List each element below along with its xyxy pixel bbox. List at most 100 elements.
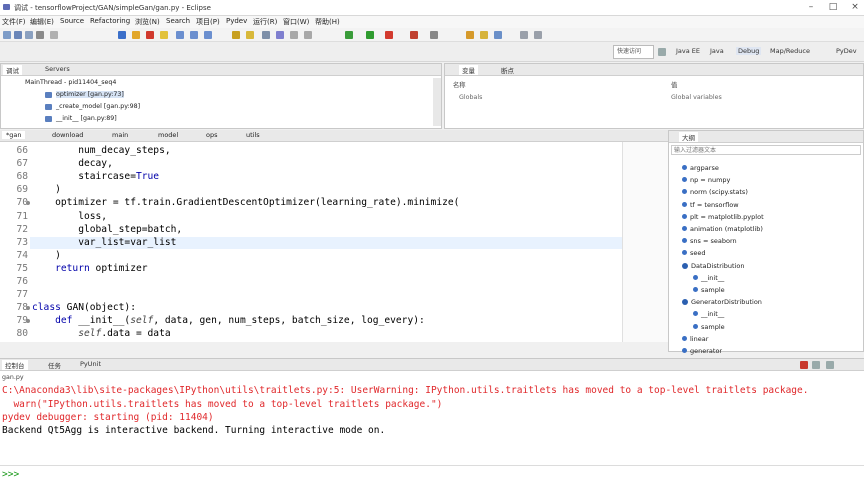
console-options-icon[interactable]: [812, 361, 820, 369]
outline-item[interactable]: __init__: [693, 310, 724, 318]
tool-icon[interactable]: [290, 31, 298, 39]
menu-window[interactable]: 窗口(W): [283, 17, 309, 27]
outline-item[interactable]: sample: [693, 323, 725, 331]
code-line[interactable]: num_decay_steps,: [32, 145, 170, 156]
minimize-icon[interactable]: –: [800, 2, 822, 13]
menu-source[interactable]: Source: [60, 17, 84, 25]
suspend-icon[interactable]: [160, 31, 168, 39]
skip-breakpoints-icon[interactable]: [50, 31, 58, 39]
tool-icon[interactable]: [304, 31, 312, 39]
menu-edit[interactable]: 编辑(E): [30, 17, 54, 27]
minimap[interactable]: [622, 142, 668, 342]
tab-servers[interactable]: Servers: [45, 65, 70, 73]
tool-icon[interactable]: [430, 31, 438, 39]
thread-label[interactable]: MainThread - pid11404_seq4: [25, 79, 116, 86]
code-line[interactable]: ): [32, 250, 61, 261]
close-icon[interactable]: ×: [844, 2, 864, 13]
open-folder-icon[interactable]: [246, 31, 254, 39]
code-line[interactable]: var_list=var_list: [32, 237, 176, 248]
outline-class[interactable]: DataDistribution: [682, 262, 744, 270]
tab-main[interactable]: main: [112, 131, 128, 139]
tab-utils[interactable]: utils: [246, 131, 260, 139]
code-line[interactable]: optimizer = tf.train.GradientDescentOpti…: [32, 197, 459, 208]
save-all-icon[interactable]: [25, 31, 33, 39]
outline-item[interactable]: plt = matplotlib.pyplot: [682, 213, 764, 221]
open-perspective-icon[interactable]: [658, 48, 666, 56]
maximize-icon[interactable]: □: [822, 2, 844, 13]
outline-item[interactable]: np = numpy: [682, 176, 730, 184]
code-line[interactable]: ): [32, 184, 61, 195]
terminate-icon[interactable]: [146, 31, 154, 39]
outline-item[interactable]: tf = tensorflow: [682, 201, 739, 209]
tab-breakpoints[interactable]: 断点: [501, 65, 514, 75]
tab-variables[interactable]: 变量: [459, 65, 478, 75]
stack-frame[interactable]: _create_model [gan.py:98]: [56, 103, 140, 110]
outline-filter-input[interactable]: 输入过滤器文本: [671, 145, 861, 155]
code-line[interactable]: return optimizer: [32, 263, 147, 274]
tab-outline[interactable]: 大纲: [679, 132, 698, 142]
perspective-debug[interactable]: Debug: [736, 47, 762, 55]
outline-item[interactable]: animation (matplotlib): [682, 225, 763, 233]
code-line[interactable]: global_step=batch,: [32, 224, 182, 235]
code-line[interactable]: decay,: [32, 158, 113, 169]
menu-run[interactable]: 运行(R): [253, 17, 277, 27]
menu-search[interactable]: Search: [166, 17, 190, 25]
tab-debug[interactable]: 调试: [3, 65, 22, 75]
outline-item[interactable]: __init__: [693, 274, 724, 282]
outline-item[interactable]: argparse: [682, 164, 719, 172]
menu-help[interactable]: 帮助(H): [315, 17, 340, 27]
tab-ops[interactable]: ops: [206, 131, 218, 139]
nav-forward-icon[interactable]: [534, 31, 542, 39]
variable-name[interactable]: Globals: [459, 94, 482, 101]
tab-pyunit[interactable]: PyUnit: [80, 360, 101, 368]
step-return-icon[interactable]: [204, 31, 212, 39]
tool-icon[interactable]: [494, 31, 502, 39]
stop-icon[interactable]: [385, 31, 393, 39]
tool-icon[interactable]: [276, 31, 284, 39]
perspective-java[interactable]: Java: [710, 47, 724, 55]
debug-run-icon[interactable]: [345, 31, 353, 39]
stop-icon[interactable]: [410, 31, 418, 39]
print-icon[interactable]: [36, 31, 44, 39]
menu-refactoring[interactable]: Refactoring: [90, 17, 130, 25]
console-prompt[interactable]: >>>: [2, 469, 19, 480]
tab-tasks[interactable]: 任务: [48, 360, 61, 370]
stack-frame[interactable]: optimizer [gan.py:73]: [56, 91, 124, 98]
new-icon[interactable]: [3, 31, 11, 39]
scrollbar[interactable]: [433, 78, 441, 126]
outline-item[interactable]: linear: [682, 335, 708, 343]
code-line[interactable]: staircase=True: [32, 171, 159, 182]
step-over-icon[interactable]: [190, 31, 198, 39]
resume-icon[interactable]: [132, 31, 140, 39]
perspective-map-reduce[interactable]: Map/Reduce: [770, 47, 810, 55]
step-into-icon[interactable]: [176, 31, 184, 39]
tool-icon[interactable]: [262, 31, 270, 39]
folder-icon[interactable]: [480, 31, 488, 39]
terminate-console-icon[interactable]: [800, 361, 808, 369]
search-icon[interactable]: [232, 31, 240, 39]
console-options-icon[interactable]: [826, 361, 834, 369]
tab-model[interactable]: model: [158, 131, 178, 139]
tab-gan[interactable]: *gan: [2, 131, 26, 139]
outline-item[interactable]: sns = seaborn: [682, 237, 737, 245]
outline-item[interactable]: seed: [682, 249, 706, 257]
menu-navigate[interactable]: 浏览(N): [135, 17, 160, 27]
tab-console[interactable]: 控制台: [2, 360, 28, 370]
outline-class[interactable]: GeneratorDistribution: [682, 298, 762, 306]
tab-download[interactable]: download: [52, 131, 83, 139]
outline-item[interactable]: sample: [693, 286, 725, 294]
step-icon[interactable]: [118, 31, 126, 39]
menu-file[interactable]: 文件(F): [2, 17, 26, 27]
perspective-java-ee[interactable]: Java EE: [676, 47, 700, 55]
menu-project[interactable]: 项目(P): [196, 17, 220, 27]
code-line[interactable]: def __init__(self, data, gen, num_steps,…: [32, 315, 425, 326]
run-icon[interactable]: [366, 31, 374, 39]
quick-access-input[interactable]: 快速访问: [613, 45, 654, 59]
outline-item[interactable]: generator: [682, 347, 722, 355]
menu-pydev[interactable]: Pydev: [226, 17, 247, 25]
outline-item[interactable]: norm (scipy.stats): [682, 188, 748, 196]
code-line[interactable]: self.data = data: [32, 328, 170, 339]
nav-back-icon[interactable]: [520, 31, 528, 39]
folder-icon[interactable]: [466, 31, 474, 39]
code-line[interactable]: class GAN(object):: [32, 302, 136, 313]
